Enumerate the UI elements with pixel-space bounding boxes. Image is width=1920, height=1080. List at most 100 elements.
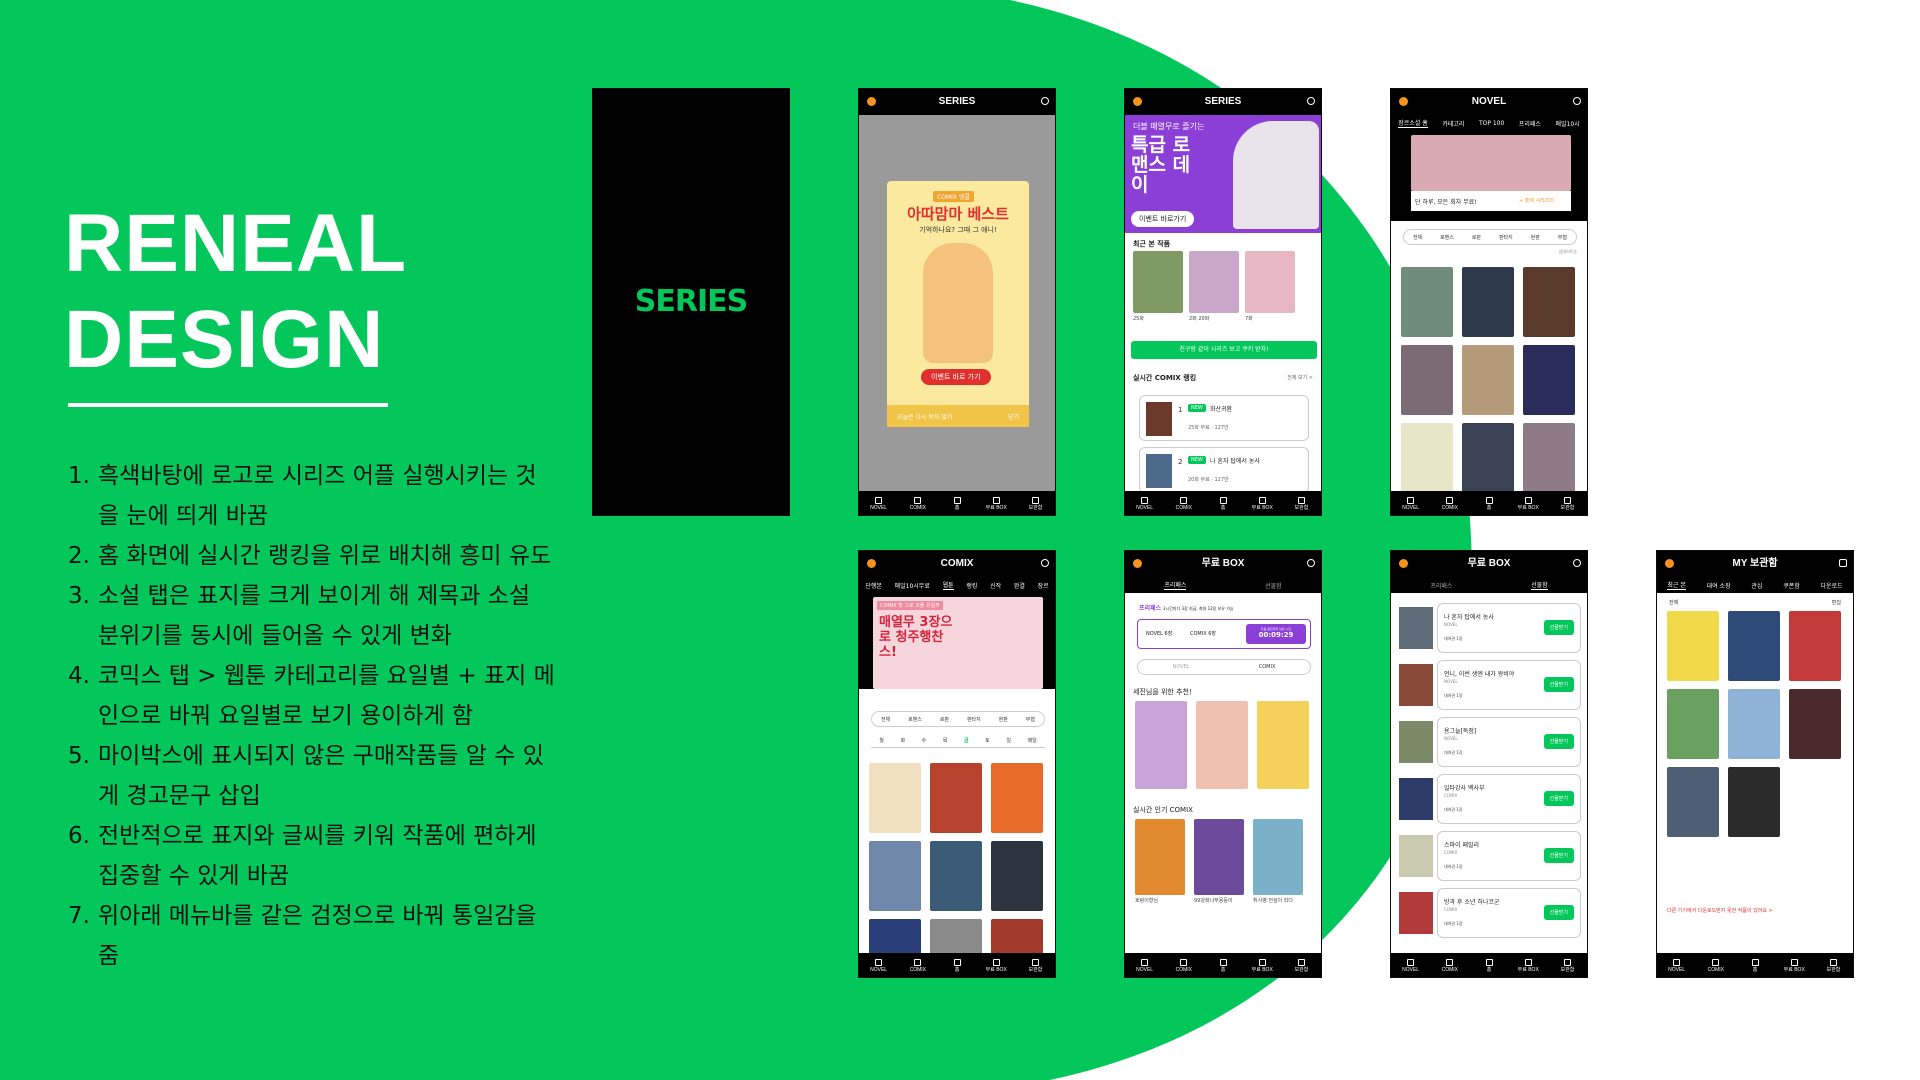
- nav-home[interactable]: 홈: [937, 491, 976, 515]
- cover-item[interactable]: [1462, 345, 1514, 415]
- receive-gift-button[interactable]: 선물받기: [1543, 620, 1574, 635]
- rank-item[interactable]: 2 NEW 나 혼자 탑에서 농사 20화 무료 · 127만: [1139, 447, 1309, 493]
- gift-item[interactable]: 스파이 패밀리 COMIX 대여권 1장 선물받기: [1395, 831, 1585, 881]
- nav-freebox[interactable]: 무료 BOX: [1243, 953, 1282, 977]
- event-button[interactable]: 이벤트 바로가기: [1131, 211, 1195, 227]
- tab-top100[interactable]: TOP 100: [1479, 120, 1504, 127]
- search-icon[interactable]: [1573, 97, 1581, 105]
- profile-icon[interactable]: [1399, 559, 1408, 568]
- profile-icon[interactable]: [1133, 559, 1142, 568]
- popular-item[interactable]: 99강화나무몽둥이: [1194, 819, 1244, 904]
- nav-freebox[interactable]: 무료 BOX: [1243, 491, 1282, 515]
- nav-my[interactable]: 보관함: [1282, 491, 1321, 515]
- cover-item[interactable]: [1401, 423, 1453, 493]
- settings-icon[interactable]: [1839, 559, 1847, 567]
- profile-icon[interactable]: [867, 97, 876, 106]
- nav-my[interactable]: 보관함: [1282, 953, 1321, 977]
- receive-gift-button[interactable]: 선물받기: [1543, 791, 1574, 806]
- nav-novel[interactable]: NOVEL: [1125, 491, 1164, 515]
- cover-item[interactable]: [1728, 611, 1780, 681]
- nav-novel[interactable]: NOVEL: [1657, 953, 1696, 977]
- nav-home[interactable]: 홈: [1203, 953, 1242, 977]
- nav-novel[interactable]: NOVEL: [1391, 953, 1430, 977]
- cover-item[interactable]: [1523, 267, 1575, 337]
- cover-item[interactable]: [869, 763, 921, 833]
- profile-icon[interactable]: [1399, 97, 1408, 106]
- nav-home[interactable]: 홈: [1203, 491, 1242, 515]
- gift-item[interactable]: 나 혼자 탑에서 농사 NOVEL 대여권 1장 선물받기: [1395, 603, 1585, 653]
- novel-banner[interactable]: 단 하루, 모든 회차 무료! + 출제 시리즈터: [1391, 131, 1587, 221]
- filter-select[interactable]: 전체: [1669, 599, 1678, 606]
- recent-item[interactable]: 2화 20화: [1189, 251, 1239, 322]
- dont-show-again-button[interactable]: 오늘은 다시 보지 않기: [897, 412, 952, 421]
- nav-home[interactable]: 홈: [1735, 953, 1774, 977]
- cover-item[interactable]: [1401, 345, 1453, 415]
- nav-comix[interactable]: COMIX: [1430, 953, 1469, 977]
- nav-home[interactable]: 홈: [937, 953, 976, 977]
- cover-item[interactable]: [1523, 423, 1575, 493]
- nav-novel[interactable]: NOVEL: [859, 953, 898, 977]
- cover-item[interactable]: [1401, 267, 1453, 337]
- rank-item[interactable]: 1 NEW 화산귀환 25화 무료 · 127만: [1139, 395, 1309, 441]
- nav-freebox[interactable]: 무료 BOX: [977, 953, 1016, 977]
- cover-item[interactable]: [1135, 701, 1187, 789]
- profile-icon[interactable]: [1665, 559, 1674, 568]
- nav-freebox[interactable]: 무료 BOX: [1509, 953, 1548, 977]
- ranking-more-link[interactable]: 전체 보기 >: [1287, 374, 1313, 381]
- event-popup[interactable]: COMIX 앵콜 아따맘마 베스트 기억하나요? 그때 그 애니! 이벤트 바로…: [887, 181, 1029, 427]
- search-icon[interactable]: [1041, 97, 1049, 105]
- cover-item[interactable]: [1523, 345, 1575, 415]
- search-icon[interactable]: [1307, 559, 1315, 567]
- comix-banner[interactable]: COMIX 핫 그로 코플 유일무 매열무 3장으로 청주행찬스!: [873, 597, 1043, 689]
- friend-invite-bar[interactable]: 친구랑 같이 시리즈 보고 쿠키 받자!: [1131, 341, 1317, 359]
- cover-item[interactable]: [869, 841, 921, 911]
- cover-item[interactable]: [1462, 423, 1514, 493]
- tab-daily[interactable]: 매일10시: [1555, 119, 1579, 128]
- cover-item[interactable]: [991, 841, 1043, 911]
- nav-comix[interactable]: COMIX: [1164, 953, 1203, 977]
- search-icon[interactable]: [1041, 559, 1049, 567]
- gift-item[interactable]: 방과 후 소년 하나코군 COMIX 대여권 1장 선물받기: [1395, 888, 1585, 938]
- receive-gift-button[interactable]: 선물받기: [1543, 734, 1574, 749]
- cover-item[interactable]: [1789, 689, 1841, 759]
- nav-novel[interactable]: NOVEL: [1391, 491, 1430, 515]
- promo-banner[interactable]: 더블 매열무로 즐기는 특급 로맨스 데이 이벤트 바로가기: [1125, 115, 1321, 233]
- receive-gift-button[interactable]: 선물받기: [1543, 848, 1574, 863]
- edit-button[interactable]: 편집: [1832, 599, 1841, 606]
- nav-comix[interactable]: COMIX: [1164, 491, 1203, 515]
- profile-icon[interactable]: [1133, 97, 1142, 106]
- cover-item[interactable]: [1667, 689, 1719, 759]
- search-icon[interactable]: [1573, 559, 1581, 567]
- nav-freebox[interactable]: 무료 BOX: [977, 491, 1016, 515]
- sort-select[interactable]: 업데이트순: [1559, 249, 1577, 255]
- nav-my[interactable]: 보관함: [1016, 491, 1055, 515]
- nav-comix[interactable]: COMIX: [1430, 491, 1469, 515]
- nav-freebox[interactable]: 무료 BOX: [1509, 491, 1548, 515]
- nav-my[interactable]: 보관함: [1814, 953, 1853, 977]
- cover-item[interactable]: [1667, 611, 1719, 681]
- cover-item[interactable]: [1728, 767, 1780, 837]
- cover-item[interactable]: [991, 763, 1043, 833]
- cover-item[interactable]: [1667, 767, 1719, 837]
- recent-item[interactable]: 7화: [1245, 251, 1295, 322]
- nav-comix[interactable]: COMIX: [898, 953, 937, 977]
- cover-item[interactable]: [1257, 701, 1309, 789]
- nav-comix[interactable]: COMIX: [1696, 953, 1735, 977]
- tab-genre-home[interactable]: 장르소설 홈: [1398, 118, 1428, 128]
- nav-novel[interactable]: NOVEL: [1125, 953, 1164, 977]
- nav-my[interactable]: 보관함: [1548, 491, 1587, 515]
- nav-my[interactable]: 보관함: [1548, 953, 1587, 977]
- nav-home[interactable]: 홈: [1469, 491, 1508, 515]
- cover-item[interactable]: [930, 763, 982, 833]
- event-cta-button[interactable]: 이벤트 바로 가기: [921, 369, 991, 385]
- search-icon[interactable]: [1307, 97, 1315, 105]
- popular-item[interactable]: 호랑이형님: [1135, 819, 1185, 904]
- cover-item[interactable]: [1462, 267, 1514, 337]
- nav-novel[interactable]: NOVEL: [859, 491, 898, 515]
- nav-home[interactable]: 홈: [1469, 953, 1508, 977]
- cover-item[interactable]: [1196, 701, 1248, 789]
- nav-my[interactable]: 보관함: [1016, 953, 1055, 977]
- cover-item[interactable]: [1728, 689, 1780, 759]
- profile-icon[interactable]: [867, 559, 876, 568]
- recent-item[interactable]: 25화: [1133, 251, 1183, 322]
